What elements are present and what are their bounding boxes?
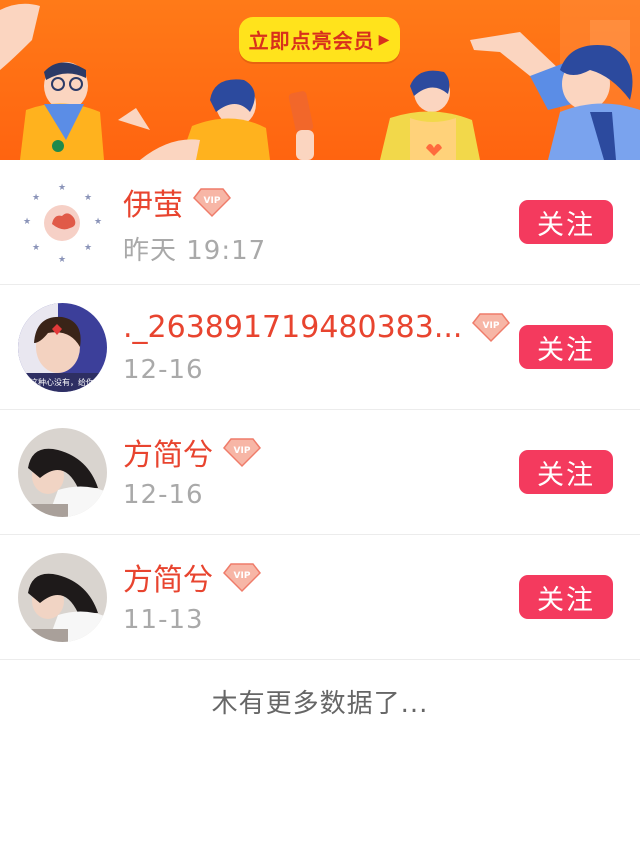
activate-vip-label: 立即点亮会员: [248, 29, 375, 53]
user-name[interactable]: 伊萤 VIP: [123, 182, 231, 223]
follow-button[interactable]: 关注: [519, 450, 613, 494]
vip-diamond-icon: VIP: [223, 563, 261, 593]
follow-time: 11-13: [123, 605, 204, 635]
svg-text:★: ★: [84, 243, 92, 253]
user-name[interactable]: 方简兮 VIP: [123, 557, 261, 598]
svg-text:★: ★: [58, 255, 66, 265]
no-more-data-text: 木有更多数据了...: [211, 689, 429, 719]
avatar[interactable]: 这种心没有，给你: [18, 303, 107, 392]
play-triangle-icon: ▶: [378, 31, 391, 48]
activate-vip-button[interactable]: 立即点亮会员 ▶: [239, 17, 400, 62]
child-photo-avatar-icon: 这种心没有，给你: [18, 303, 107, 392]
user-list: ★ ★ ★ ★ ★ ★ ★ ★ 伊萤 VIP 昨天 19:17 关注 这种心没有…: [0, 160, 640, 660]
girl-photo-avatar-icon: [18, 553, 107, 642]
avatar[interactable]: ★ ★ ★ ★ ★ ★ ★ ★: [18, 178, 107, 267]
vip-diamond-icon: VIP: [472, 313, 511, 343]
follow-time: 昨天 19:17: [123, 236, 267, 266]
user-name-text: 伊萤: [123, 188, 183, 223]
svg-text:★: ★: [32, 243, 40, 253]
svg-text:★: ★: [94, 217, 102, 227]
vip-badge-text: VIP: [234, 446, 251, 456]
avatar-caption: 这种心没有，给你: [30, 377, 94, 387]
user-name[interactable]: 方简兮 VIP: [123, 432, 261, 473]
follow-time: 12-16: [123, 355, 204, 385]
follow-time: 12-16: [123, 480, 204, 510]
vip-badge-text: VIP: [204, 196, 221, 206]
follow-button[interactable]: 关注: [519, 200, 613, 244]
follow-button[interactable]: 关注: [519, 325, 613, 369]
svg-text:★: ★: [58, 183, 66, 193]
list-item[interactable]: 方简兮 VIP 12-16 关注: [0, 410, 640, 535]
svg-text:★: ★: [84, 193, 92, 203]
user-name[interactable]: ._263891719480383... VIP: [123, 307, 511, 347]
vip-diamond-icon: VIP: [193, 188, 231, 218]
avatar[interactable]: [18, 428, 107, 517]
follow-button[interactable]: 关注: [519, 575, 613, 619]
user-name-text: 方简兮: [123, 438, 213, 473]
vip-diamond-icon: VIP: [223, 438, 261, 468]
vip-badge-text: VIP: [483, 321, 500, 331]
list-item[interactable]: ★ ★ ★ ★ ★ ★ ★ ★ 伊萤 VIP 昨天 19:17 关注: [0, 160, 640, 285]
list-item[interactable]: 这种心没有，给你 ._263891719480383... VIP 12-16 …: [0, 285, 640, 410]
avatar[interactable]: [18, 553, 107, 642]
svg-text:★: ★: [32, 193, 40, 203]
dotted-circle-avatar-icon: ★ ★ ★ ★ ★ ★ ★ ★: [18, 178, 107, 267]
svg-text:★: ★: [23, 217, 31, 227]
list-item[interactable]: 方简兮 VIP 11-13 关注: [0, 535, 640, 660]
vip-badge-text: VIP: [234, 571, 251, 581]
user-name-text: ._263891719480383...: [123, 309, 463, 345]
user-name-text: 方简兮: [123, 563, 213, 598]
girl-photo-avatar-icon: [18, 428, 107, 517]
member-promo-banner[interactable]: 立即点亮会员 ▶: [0, 0, 640, 160]
